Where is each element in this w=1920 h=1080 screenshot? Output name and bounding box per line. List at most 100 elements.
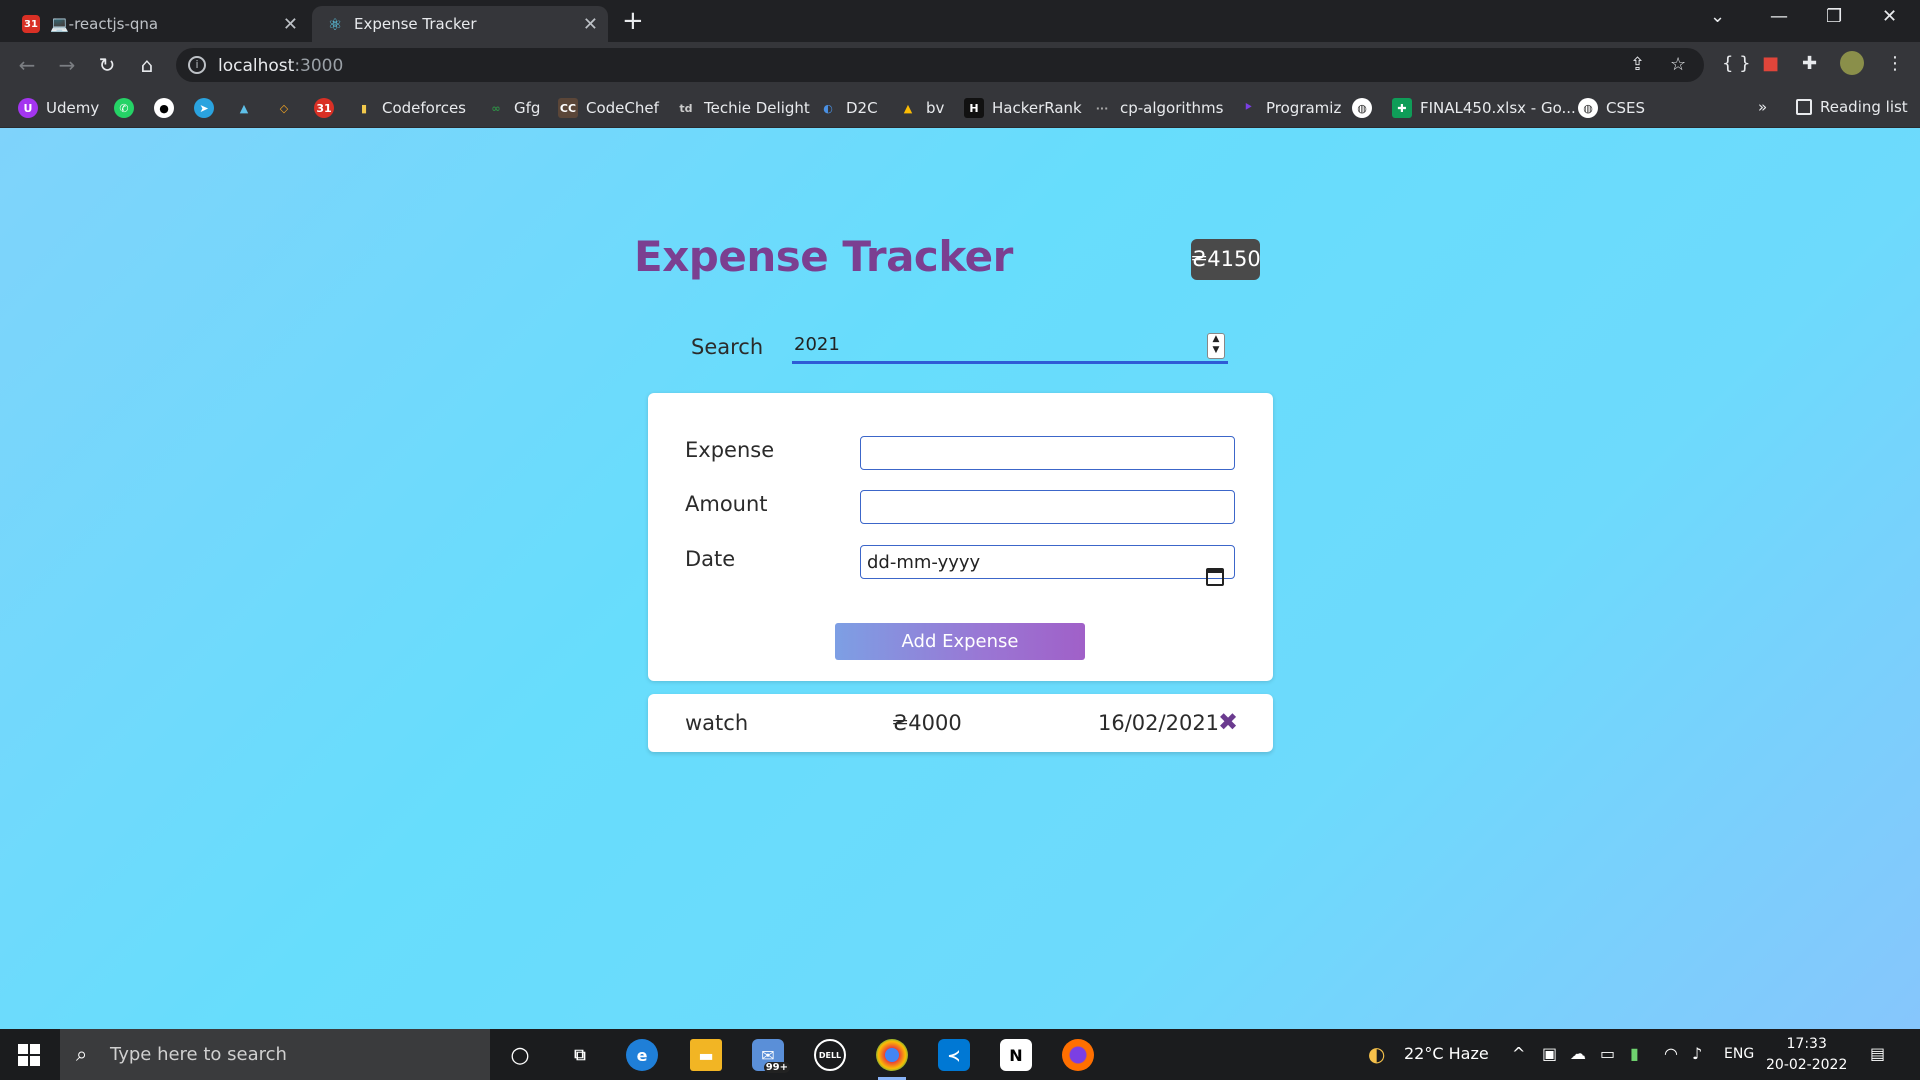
bookmark-telegram[interactable]: ➤ [194,98,222,118]
forward-button[interactable]: → [54,52,80,78]
bookmarks-bar: U Udemy ✆ ● ➤ ▲ ◇ 31 ▮ Codeforces ∞ Gfg CC C… [0,88,1920,128]
bookmark-calendar[interactable]: 31 [314,98,342,118]
bookmark-mountain[interactable]: ▲ [234,98,262,118]
bookmark-whatsapp[interactable]: ✆ [114,98,142,118]
new-tab-button[interactable]: + [622,6,644,36]
taskbar-search[interactable]: ⌕ Type here to search [60,1029,490,1080]
bookmark-gfg[interactable]: ∞ Gfg [486,98,540,118]
whatsapp-icon: ✆ [114,98,134,118]
tab-title: Expense Tracker [354,15,477,33]
meet-now-icon[interactable]: ▣ [1542,1044,1557,1063]
programiz-icon: ⯈ [1243,101,1253,114]
clock-time: 17:33 [1786,1036,1827,1052]
search-label: Search [691,335,764,359]
bookmark-codechef[interactable]: CC CodeChef [558,98,659,118]
tab-strip: 31 💻-reactjs-qna ✕ ⚛ Expense Tracker ✕ +… [0,0,1920,42]
cp-algorithms-icon: ··· [1095,101,1109,115]
profile-avatar[interactable] [1840,51,1864,75]
bookmark-programiz[interactable]: ⯈ Programiz [1238,98,1342,118]
menu-kebab-icon[interactable]: ⋮ [1886,53,1904,74]
globe-icon: ◍ [1352,98,1372,118]
address-bar[interactable]: i localhost:3000 ⇪ ☆ [176,48,1704,82]
extension-red-icon[interactable]: ■ [1762,53,1779,74]
reading-list-button[interactable]: Reading list [1796,98,1908,116]
search-icon: ⌕ [76,1042,88,1066]
bookmark-d2c[interactable]: ◐ D2C [818,98,877,118]
bookmark-star-icon[interactable]: ☆ [1670,54,1686,75]
bookmark-final450[interactable]: ✚ FINAL450.xlsx - Go... [1392,98,1576,118]
d2c-icon: ◐ [823,101,833,115]
codeforces-icon: ▮ [360,101,368,115]
battery-icon[interactable]: ▮ [1630,1044,1639,1063]
back-button[interactable]: ← [14,52,40,78]
tab-expense-tracker[interactable]: ⚛ Expense Tracker ✕ [312,6,608,42]
expense-name: watch [685,711,749,735]
expense-input[interactable] [860,436,1235,470]
calendar-icon: 31 [314,98,334,118]
tab-reactjs-qna[interactable]: 31 💻-reactjs-qna ✕ [8,6,308,42]
reload-button[interactable]: ↻ [94,52,120,78]
delete-icon[interactable]: ✖ [1218,708,1238,736]
reading-list-icon [1796,99,1812,115]
bookmark-cses[interactable]: ◍ CSES [1578,98,1645,118]
minimize-button[interactable]: — [1770,6,1788,27]
weather-icon[interactable]: ◐ [1368,1042,1385,1066]
bookmarks-overflow-button[interactable]: » [1758,98,1767,116]
task-view-icon[interactable]: ⧉ [564,1039,596,1071]
share-icon[interactable]: ⇪ [1630,54,1645,75]
bookmark-udemy[interactable]: U Udemy [18,98,99,118]
close-window-button[interactable]: ✕ [1882,6,1897,27]
gfg-icon: ∞ [491,101,501,115]
bookmark-cp-algorithms[interactable]: ··· cp-algorithms [1092,98,1224,118]
tray-chevron-icon[interactable]: ^ [1512,1044,1525,1063]
restore-button[interactable]: ❐ [1826,6,1842,27]
url-text: localhost:3000 [218,56,344,76]
language-indicator[interactable]: ENG [1724,1046,1754,1062]
extensions-puzzle-icon[interactable]: ✚ [1802,53,1817,74]
firefox-icon[interactable] [1062,1039,1094,1071]
display-icon[interactable]: ▭ [1600,1044,1615,1063]
expense-date: 16/02/2021 [1098,711,1220,735]
bookmark-codeforces[interactable]: ▮ Codeforces [354,98,466,118]
expense-list-item: watch ₴4000 16/02/2021 ✖ [648,694,1273,752]
mail-icon[interactable]: 99+ ✉ [752,1039,790,1073]
clock[interactable]: 17:33 20-02-2022 [1766,1034,1847,1076]
taskbar-search-placeholder: Type here to search [110,1044,287,1065]
tab-search-icon[interactable]: ⌄ [1710,6,1725,27]
sheets-icon: ✚ [1392,98,1412,118]
date-input[interactable] [860,545,1235,579]
amount-label: Amount [685,492,768,516]
volume-icon[interactable]: ♪ [1692,1044,1702,1063]
cortana-icon[interactable]: ○ [504,1039,536,1071]
expense-amount: ₴4000 [892,711,962,735]
search-input[interactable] [792,328,1228,364]
onedrive-icon[interactable]: ☁ [1570,1044,1586,1063]
bookmark-diamond[interactable]: ◇ [274,98,302,118]
extension-braces-icon[interactable]: { } [1722,53,1751,74]
info-icon[interactable]: i [188,56,206,74]
calendar-icon[interactable] [1206,568,1224,586]
bookmark-bv[interactable]: ▲ bv [898,98,945,118]
add-expense-button[interactable]: Add Expense [835,623,1085,660]
notifications-icon[interactable]: ▤ [1870,1044,1885,1063]
close-icon[interactable]: ✕ [283,14,298,35]
number-spinner[interactable]: ▲ ▼ [1207,333,1225,359]
weather-text[interactable]: 22°C Haze [1404,1044,1489,1063]
bookmark-techie-delight[interactable]: td Techie Delight [676,98,809,118]
bookmark-globe[interactable]: ◍ [1352,98,1380,118]
notion-icon[interactable]: N [1000,1039,1032,1071]
chrome-icon[interactable] [876,1039,908,1080]
bookmark-github[interactable]: ● [154,98,182,118]
home-button[interactable]: ⌂ [134,52,160,78]
windows-start-button[interactable] [18,1044,40,1066]
expense-label: Expense [685,438,775,462]
bookmark-hackerrank[interactable]: H HackerRank [964,98,1082,118]
close-icon[interactable]: ✕ [583,14,598,35]
edge-icon[interactable]: e [626,1039,658,1071]
tab-title: 💻-reactjs-qna [50,15,159,33]
wifi-icon[interactable]: ◠ [1664,1044,1678,1063]
dell-icon[interactable]: DELL [814,1039,846,1071]
amount-input[interactable] [860,490,1235,524]
file-explorer-icon[interactable]: ▬ [690,1039,722,1071]
vscode-icon[interactable]: ≺ [938,1039,970,1071]
